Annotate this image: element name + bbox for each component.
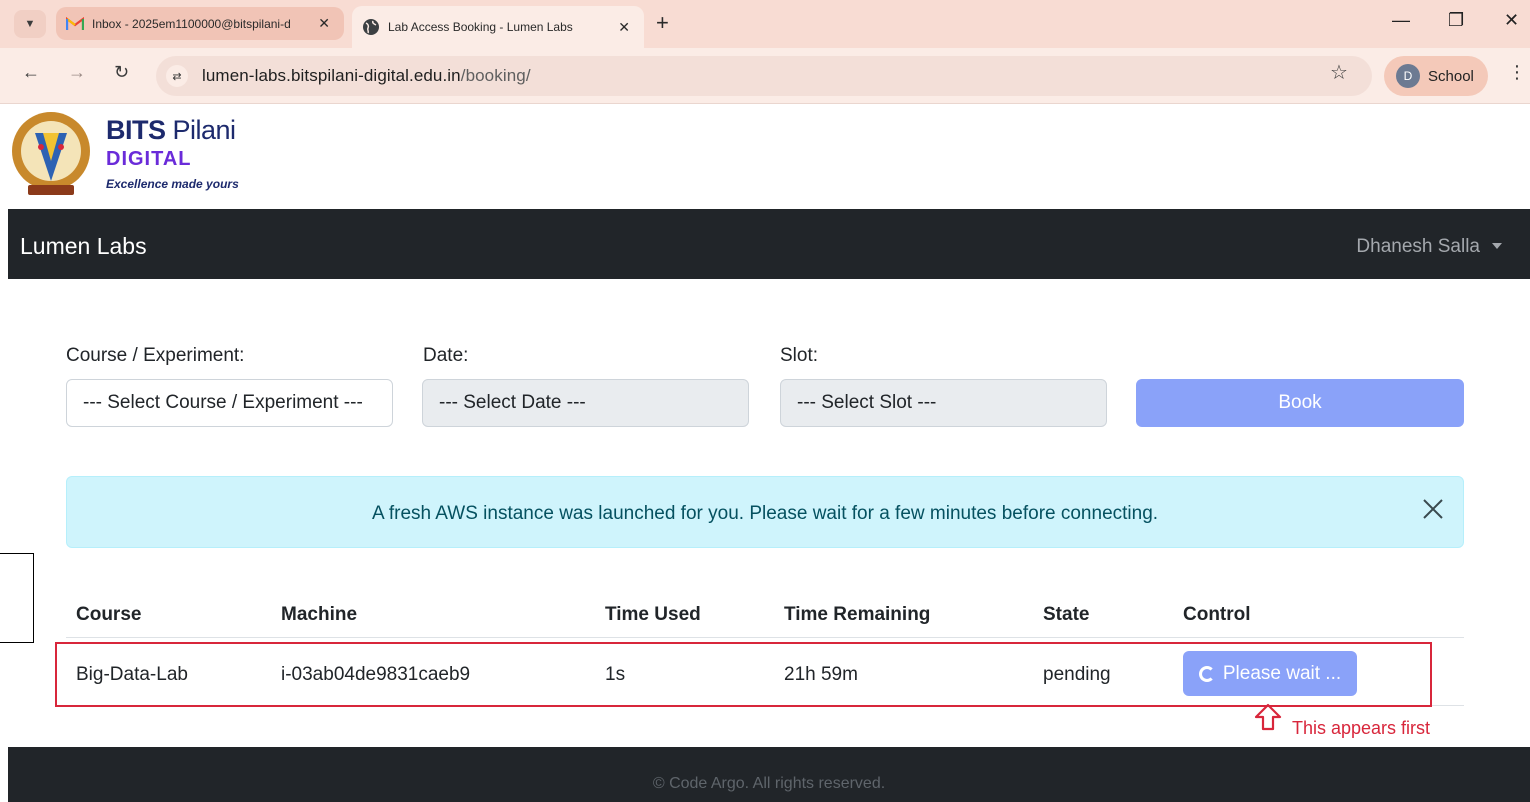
browser-tab-inbox[interactable]: Inbox - 2025em1100000@bitspilani-d ✕ bbox=[56, 7, 344, 40]
window-close-icon[interactable]: ✕ bbox=[1504, 10, 1519, 31]
annotation-highlight-box bbox=[55, 642, 1432, 707]
date-select[interactable]: --- Select Date --- bbox=[422, 379, 749, 427]
column-header-control: Control bbox=[1183, 604, 1251, 625]
avatar: D bbox=[1396, 64, 1420, 88]
address-bar[interactable]: ⇄ lumen-labs.bitspilani-digital.edu.in/b… bbox=[156, 56, 1372, 96]
brand-line-2: DIGITAL bbox=[106, 148, 192, 170]
new-tab-plus-icon[interactable]: + bbox=[656, 12, 669, 34]
column-header-time-remaining: Time Remaining bbox=[784, 604, 931, 625]
overlay-frame-edge bbox=[0, 553, 34, 643]
brand-line-1: BITS Pilani bbox=[106, 115, 236, 145]
brand-tagline: Excellence made yours bbox=[106, 177, 239, 191]
book-button[interactable]: Book bbox=[1136, 379, 1464, 427]
top-navbar: Lumen Labs Dhanesh Salla bbox=[8, 209, 1530, 279]
brand-wordmark: BITS Pilani DIGITAL Excellence made your… bbox=[106, 115, 239, 191]
column-header-machine: Machine bbox=[281, 604, 358, 625]
slot-label: Slot: bbox=[780, 345, 819, 366]
minimize-icon[interactable]: — bbox=[1392, 10, 1410, 31]
user-menu[interactable]: Dhanesh Salla bbox=[1356, 236, 1480, 258]
back-arrow-icon[interactable]: ← bbox=[22, 62, 40, 83]
tab-close-icon[interactable]: ✕ bbox=[618, 19, 630, 36]
column-header-state: State bbox=[1043, 604, 1090, 625]
page-footer: © Code Argo. All rights reserved. bbox=[8, 747, 1530, 802]
course-select[interactable]: --- Select Course / Experiment --- bbox=[66, 379, 393, 427]
forward-arrow-icon[interactable]: → bbox=[68, 62, 86, 83]
up-arrow-icon bbox=[1254, 703, 1282, 731]
browser-tab-lab-booking[interactable]: Lab Access Booking - Lumen Labs ✕ bbox=[352, 6, 644, 48]
page-content: BITS Pilani DIGITAL Excellence made your… bbox=[0, 105, 1530, 802]
reload-icon[interactable]: ↻ bbox=[114, 62, 129, 83]
course-label: Course / Experiment: bbox=[66, 345, 245, 366]
alert-message: A fresh AWS instance was launched for yo… bbox=[371, 503, 1159, 524]
header-logo-area: BITS Pilani DIGITAL Excellence made your… bbox=[8, 105, 1530, 209]
close-icon[interactable] bbox=[1421, 497, 1445, 521]
tab-title: Lab Access Booking - Lumen Labs bbox=[388, 20, 573, 34]
slot-select[interactable]: --- Select Slot --- bbox=[780, 379, 1107, 427]
url-text: lumen-labs.bitspilani-digital.edu.in/boo… bbox=[202, 66, 531, 85]
browser-tab-bar: ▼ Inbox - 2025em1100000@bitspilani-d ✕ L… bbox=[0, 0, 1530, 48]
bookmark-star-icon[interactable]: ☆ bbox=[1330, 60, 1348, 85]
browser-toolbar: ← → ↻ ⇄ lumen-labs.bitspilani-digital.ed… bbox=[0, 48, 1530, 104]
gmail-icon bbox=[66, 15, 84, 33]
tab-title: Inbox - 2025em1100000@bitspilani-d bbox=[92, 16, 291, 31]
date-label: Date: bbox=[423, 345, 469, 366]
bits-seal-logo bbox=[12, 112, 90, 195]
footer-copyright: © Code Argo. All rights reserved. bbox=[652, 775, 886, 792]
profile-button[interactable]: D School bbox=[1384, 56, 1488, 96]
profile-name: School bbox=[1428, 67, 1474, 85]
info-alert: A fresh AWS instance was launched for yo… bbox=[66, 476, 1464, 548]
table-divider bbox=[66, 637, 1464, 638]
restore-icon[interactable]: ❐ bbox=[1448, 10, 1464, 31]
menu-kebab-icon[interactable]: ⋮ bbox=[1508, 62, 1526, 83]
column-header-course: Course bbox=[76, 604, 142, 625]
navbar-brand[interactable]: Lumen Labs bbox=[20, 233, 147, 260]
annotation-text: This appears first bbox=[1292, 718, 1431, 738]
globe-icon bbox=[362, 18, 380, 36]
tab-close-icon[interactable]: ✕ bbox=[318, 15, 330, 32]
column-header-time-used: Time Used bbox=[605, 604, 701, 625]
tab-list-chevron-icon[interactable]: ▼ bbox=[14, 10, 46, 38]
caret-down-icon[interactable] bbox=[1492, 243, 1502, 249]
site-settings-icon[interactable]: ⇄ bbox=[166, 65, 188, 87]
